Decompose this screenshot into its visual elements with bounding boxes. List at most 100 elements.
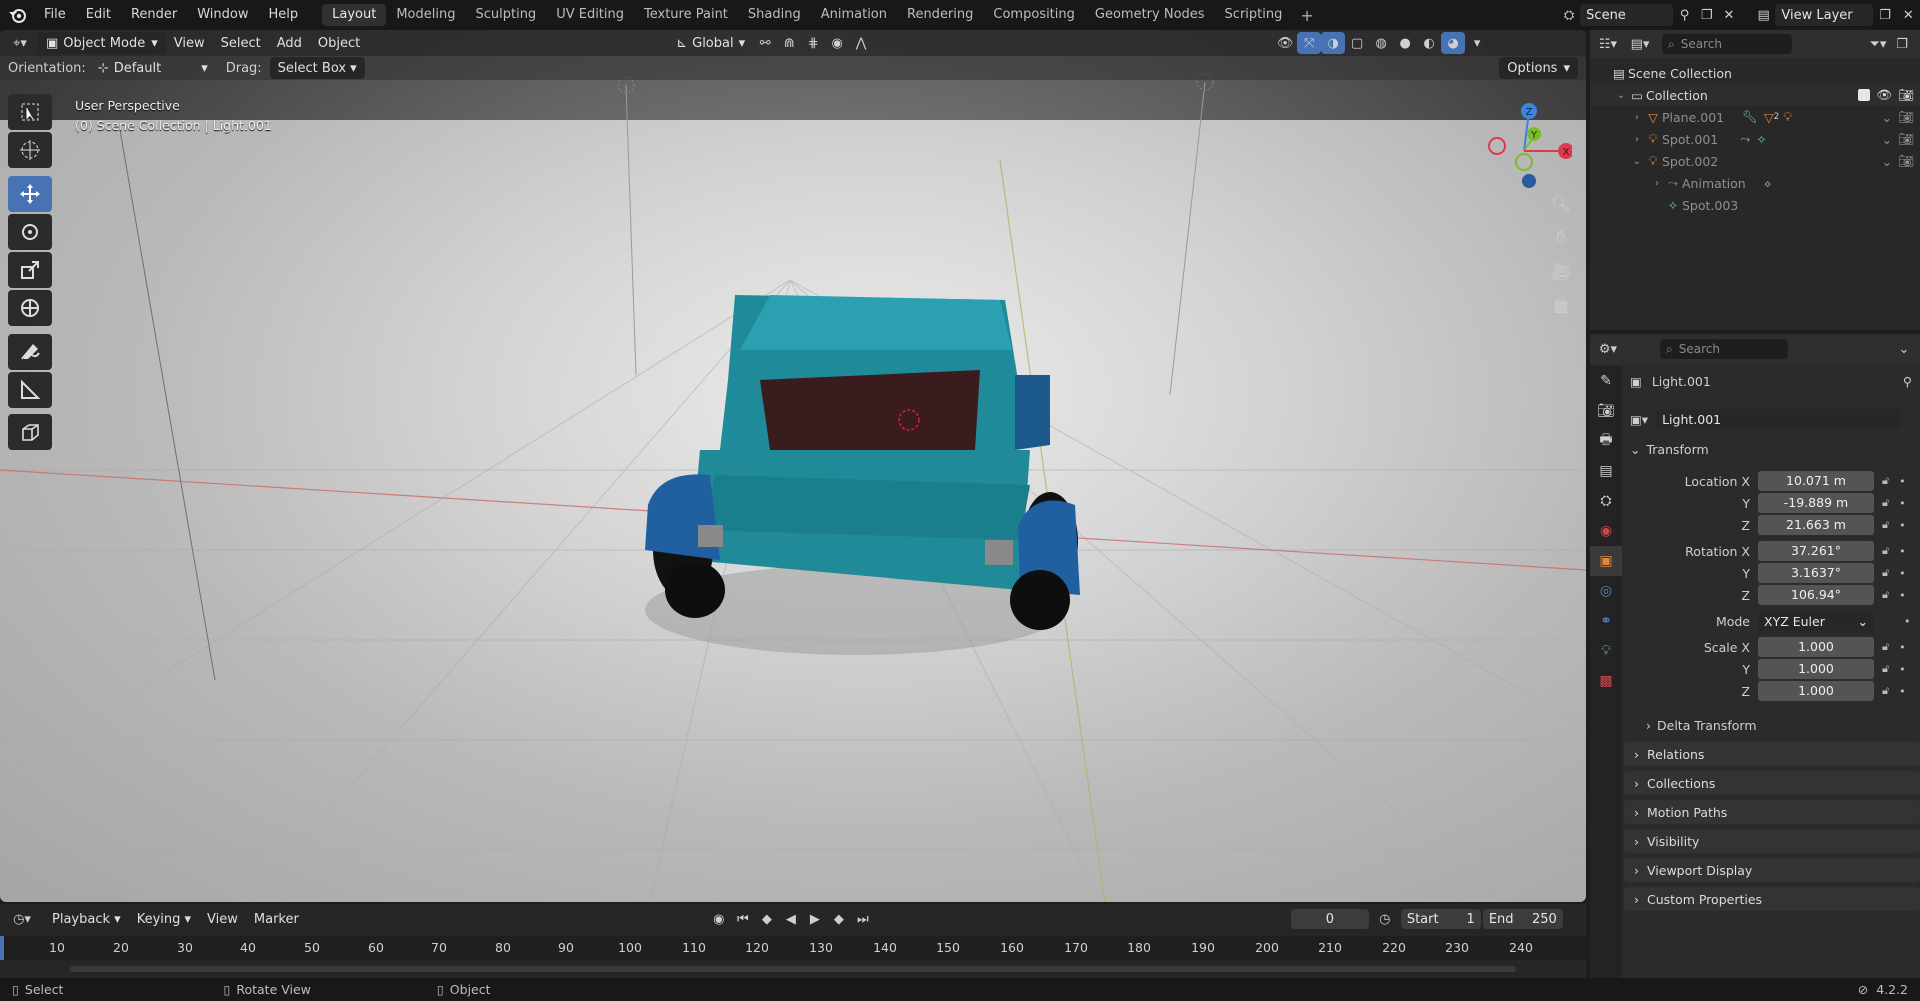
tab-uv-editing[interactable]: UV Editing bbox=[546, 4, 634, 26]
viewport-display-panel[interactable]: › Viewport Display bbox=[1624, 858, 1920, 882]
transform-tool-icon[interactable] bbox=[8, 290, 52, 326]
keyframe-dot-icon[interactable]: • bbox=[1899, 519, 1906, 532]
world-tab-icon[interactable]: ◉ bbox=[1590, 516, 1622, 546]
scene-name-field[interactable]: Scene bbox=[1580, 4, 1674, 26]
perspective-grid-icon[interactable]: ▦ bbox=[1545, 290, 1577, 320]
keyframe-dot-icon[interactable]: • bbox=[1899, 475, 1906, 488]
orientation-setting-dropdown[interactable]: ⊹ Default ▾ bbox=[90, 57, 216, 79]
transform-orientation-dropdown[interactable]: ⊾ Global ▾ bbox=[668, 32, 753, 54]
constraints-tab-icon[interactable]: ⚭ bbox=[1590, 606, 1622, 636]
scale-x-field[interactable]: 1.000 bbox=[1758, 637, 1874, 657]
chevron-right-icon[interactable]: › bbox=[1630, 134, 1644, 145]
tab-modeling[interactable]: Modeling bbox=[386, 4, 465, 26]
checkbox-icon[interactable] bbox=[1858, 89, 1871, 101]
tab-texture-paint[interactable]: Texture Paint bbox=[634, 4, 738, 26]
material-shading-icon[interactable]: ◐ bbox=[1417, 32, 1441, 54]
filter-icon[interactable]: ⏷▾ bbox=[1866, 33, 1890, 55]
pin-icon[interactable]: ⚲ bbox=[1673, 4, 1695, 26]
chevron-down-icon[interactable]: ⌄ bbox=[1614, 90, 1628, 101]
menu-object[interactable]: Object bbox=[310, 32, 368, 54]
cursor-tool-icon[interactable] bbox=[8, 132, 52, 168]
rotate-tool-icon[interactable] bbox=[8, 214, 52, 250]
menu-render[interactable]: Render bbox=[121, 0, 187, 30]
keyframe-dot-icon[interactable]: • bbox=[1899, 685, 1906, 698]
delete-view-layer-icon[interactable]: ✕ bbox=[1897, 4, 1920, 26]
move-tool-icon[interactable] bbox=[8, 176, 52, 212]
view-layer-field[interactable]: View Layer bbox=[1775, 4, 1874, 26]
prev-keyframe-icon[interactable]: ◆ bbox=[755, 908, 779, 930]
delta-transform-header[interactable]: › Delta Transform bbox=[1624, 714, 1920, 736]
menu-window[interactable]: Window bbox=[187, 0, 258, 30]
neg-x-axis-icon[interactable] bbox=[1488, 137, 1506, 155]
outliner-row-spot003[interactable]: ✧ Spot.003 bbox=[1590, 194, 1920, 216]
end-frame-field[interactable]: End 250 bbox=[1482, 909, 1563, 929]
jump-end-icon[interactable]: ⏭ bbox=[851, 908, 875, 930]
drag-dropdown[interactable]: Select Box ▾ bbox=[269, 57, 365, 79]
keyframe-dot-icon[interactable]: • bbox=[1899, 497, 1906, 510]
menu-keying[interactable]: Keying ▾ bbox=[129, 908, 199, 930]
menu-edit[interactable]: Edit bbox=[76, 0, 121, 30]
output-tab-icon[interactable]: 🖶 bbox=[1590, 426, 1622, 456]
timeline-scrollbar[interactable] bbox=[70, 966, 1516, 972]
outliner-row-animation[interactable]: › ⤳ Animation ⋄ bbox=[1590, 172, 1920, 194]
relations-panel[interactable]: › Relations bbox=[1624, 742, 1920, 766]
next-keyframe-icon[interactable]: ◆ bbox=[827, 908, 851, 930]
chevron-down-icon[interactable]: ⌄ bbox=[1630, 442, 1640, 457]
physics-tab-icon[interactable]: ◎ bbox=[1590, 576, 1622, 606]
new-collection-icon[interactable]: ❐ bbox=[1890, 33, 1914, 55]
custom-properties-panel[interactable]: › Custom Properties bbox=[1624, 887, 1920, 911]
navigation-gizmo[interactable]: Z Y X bbox=[1482, 96, 1572, 196]
keyframe-dot-icon[interactable]: • bbox=[1899, 641, 1906, 654]
eye-closed-icon[interactable]: ⌄ bbox=[1882, 154, 1892, 169]
outliner-row-spot001[interactable]: › 💡︎ Spot.001 ⤳ ✧ ⌄ 📷︎ bbox=[1590, 128, 1920, 150]
view-layer-icon[interactable]: ▤ bbox=[1752, 4, 1775, 26]
scene-icon[interactable]: ⛭ bbox=[1558, 4, 1580, 26]
options-dropdown[interactable]: Options ▾ bbox=[1499, 57, 1578, 79]
lock-icon[interactable]: 🔓︎ bbox=[1882, 566, 1889, 580]
measure-tool-icon[interactable] bbox=[8, 372, 52, 408]
location-x-field[interactable]: 10.071 m bbox=[1758, 471, 1874, 491]
scale-z-field[interactable]: 1.000 bbox=[1758, 681, 1874, 701]
new-scene-icon[interactable]: ❐ bbox=[1696, 4, 1718, 26]
scale-tool-icon[interactable] bbox=[8, 252, 52, 288]
object-tab-icon[interactable]: ▣ bbox=[1590, 546, 1622, 576]
properties-editor-icon[interactable]: ⚙▾ bbox=[1596, 338, 1620, 360]
eye-closed-icon[interactable]: ⌄ bbox=[1882, 132, 1892, 147]
keyframe-dot-icon[interactable]: • bbox=[1899, 589, 1906, 602]
tab-animation[interactable]: Animation bbox=[811, 4, 897, 26]
menu-file[interactable]: File bbox=[34, 0, 76, 30]
shading-options-icon[interactable]: ▾ bbox=[1465, 32, 1489, 54]
object-name-field[interactable]: Light.001 bbox=[1656, 409, 1901, 429]
outliner-row-scene-collection[interactable]: ▤ Scene Collection bbox=[1590, 62, 1920, 84]
location-z-field[interactable]: 21.663 m bbox=[1758, 515, 1874, 535]
rendered-shading-icon[interactable]: ◕ bbox=[1441, 32, 1466, 54]
solid-shading-icon[interactable]: ● bbox=[1393, 32, 1417, 54]
menu-view[interactable]: View bbox=[166, 32, 213, 54]
proportional-edit-icon[interactable]: ◉ bbox=[825, 32, 849, 54]
lock-icon[interactable]: 🔓︎ bbox=[1882, 518, 1889, 532]
motion-paths-panel[interactable]: › Motion Paths bbox=[1624, 800, 1920, 824]
visibility-icon[interactable]: 👁 bbox=[1273, 32, 1297, 54]
keyframe-dot-icon[interactable]: • bbox=[1899, 567, 1906, 580]
render-tab-icon[interactable]: 📷︎ bbox=[1590, 396, 1622, 426]
overlay-toggle-icon[interactable]: ◑ bbox=[1321, 32, 1346, 54]
object-datablock-icon[interactable]: ▣▾ bbox=[1630, 412, 1648, 427]
rotation-z-field[interactable]: 106.94° bbox=[1758, 585, 1874, 605]
mode-dropdown[interactable]: ▣ Object Mode ▾ bbox=[38, 32, 166, 54]
lock-icon[interactable]: 🔓︎ bbox=[1882, 474, 1889, 488]
editor-type-icon[interactable]: ⌖▾ bbox=[8, 32, 32, 54]
lock-icon[interactable]: 🔓︎ bbox=[1882, 640, 1889, 654]
snap-target-icon[interactable]: ⋕ bbox=[801, 32, 825, 54]
add-workspace-icon[interactable]: + bbox=[1292, 6, 1321, 25]
add-cube-tool-icon[interactable] bbox=[8, 414, 52, 450]
play-reverse-icon[interactable]: ◀ bbox=[779, 908, 803, 930]
clock-icon[interactable]: ◷ bbox=[1373, 908, 1397, 930]
outliner-editor-icon[interactable]: ☷▾ bbox=[1596, 33, 1620, 55]
texture-tab-icon[interactable]: ▩ bbox=[1590, 666, 1622, 696]
zoom-icon[interactable]: 🔍︎ bbox=[1545, 188, 1577, 218]
lock-icon[interactable]: 🔓︎ bbox=[1882, 662, 1889, 676]
camera-icon[interactable]: 📷︎ bbox=[1898, 87, 1914, 103]
rotation-x-field[interactable]: 37.261° bbox=[1758, 541, 1874, 561]
record-icon[interactable]: ◉ bbox=[707, 908, 731, 930]
delete-scene-icon[interactable]: ✕ bbox=[1718, 4, 1740, 26]
